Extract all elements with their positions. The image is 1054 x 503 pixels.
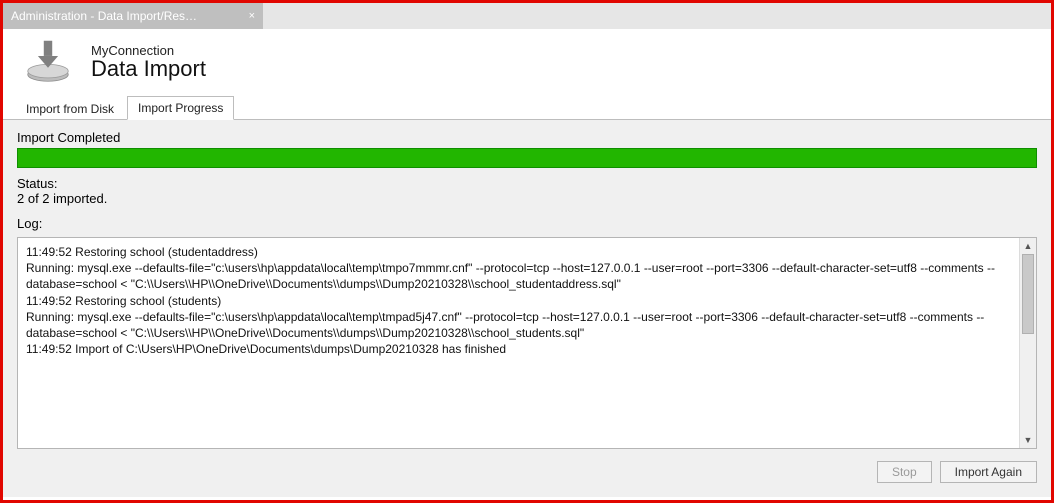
log-text[interactable]: 11:49:52 Restoring school (studentaddres… [18, 238, 1019, 448]
log-scrollbar[interactable]: ▲ ▼ [1019, 238, 1036, 448]
page-title: Data Import [91, 56, 206, 82]
page-header: MyConnection Data Import [3, 29, 1051, 94]
action-buttons: Stop Import Again [17, 461, 1037, 483]
scroll-up-icon[interactable]: ▲ [1022, 240, 1034, 252]
log-line: 11:49:52 Restoring school (studentaddres… [26, 244, 1011, 260]
log-line: 11:49:52 Import of C:\Users\HP\OneDrive\… [26, 341, 1011, 357]
import-completed-label: Import Completed [17, 130, 1037, 145]
window-tab-title: Administration - Data Import/Res… [11, 9, 197, 23]
tab-import-progress[interactable]: Import Progress [127, 96, 234, 120]
status-value: 2 of 2 imported. [17, 191, 1037, 206]
progress-bar [17, 148, 1037, 168]
scroll-thumb[interactable] [1022, 254, 1034, 334]
stop-button[interactable]: Stop [877, 461, 932, 483]
status-label: Status: [17, 176, 1037, 191]
log-line: Running: mysql.exe --defaults-file="c:\u… [26, 309, 1011, 341]
log-line: 11:49:52 Restoring school (students) [26, 293, 1011, 309]
import-again-button[interactable]: Import Again [940, 461, 1037, 483]
window-tab-strip: Administration - Data Import/Res… × [3, 3, 1051, 29]
inner-tabs: Import from Disk Import Progress [3, 94, 1051, 120]
close-icon[interactable]: × [249, 10, 255, 22]
import-progress-panel: Import Completed Status: 2 of 2 imported… [3, 120, 1051, 497]
header-titles: MyConnection Data Import [91, 43, 206, 82]
scroll-down-icon[interactable]: ▼ [1022, 434, 1034, 446]
import-icon [21, 37, 75, 88]
tab-import-from-disk[interactable]: Import from Disk [15, 97, 125, 120]
log-label: Log: [17, 216, 1037, 231]
log-box: 11:49:52 Restoring school (studentaddres… [17, 237, 1037, 449]
window-tab-data-import[interactable]: Administration - Data Import/Res… × [3, 3, 263, 29]
log-line: Running: mysql.exe --defaults-file="c:\u… [26, 260, 1011, 292]
